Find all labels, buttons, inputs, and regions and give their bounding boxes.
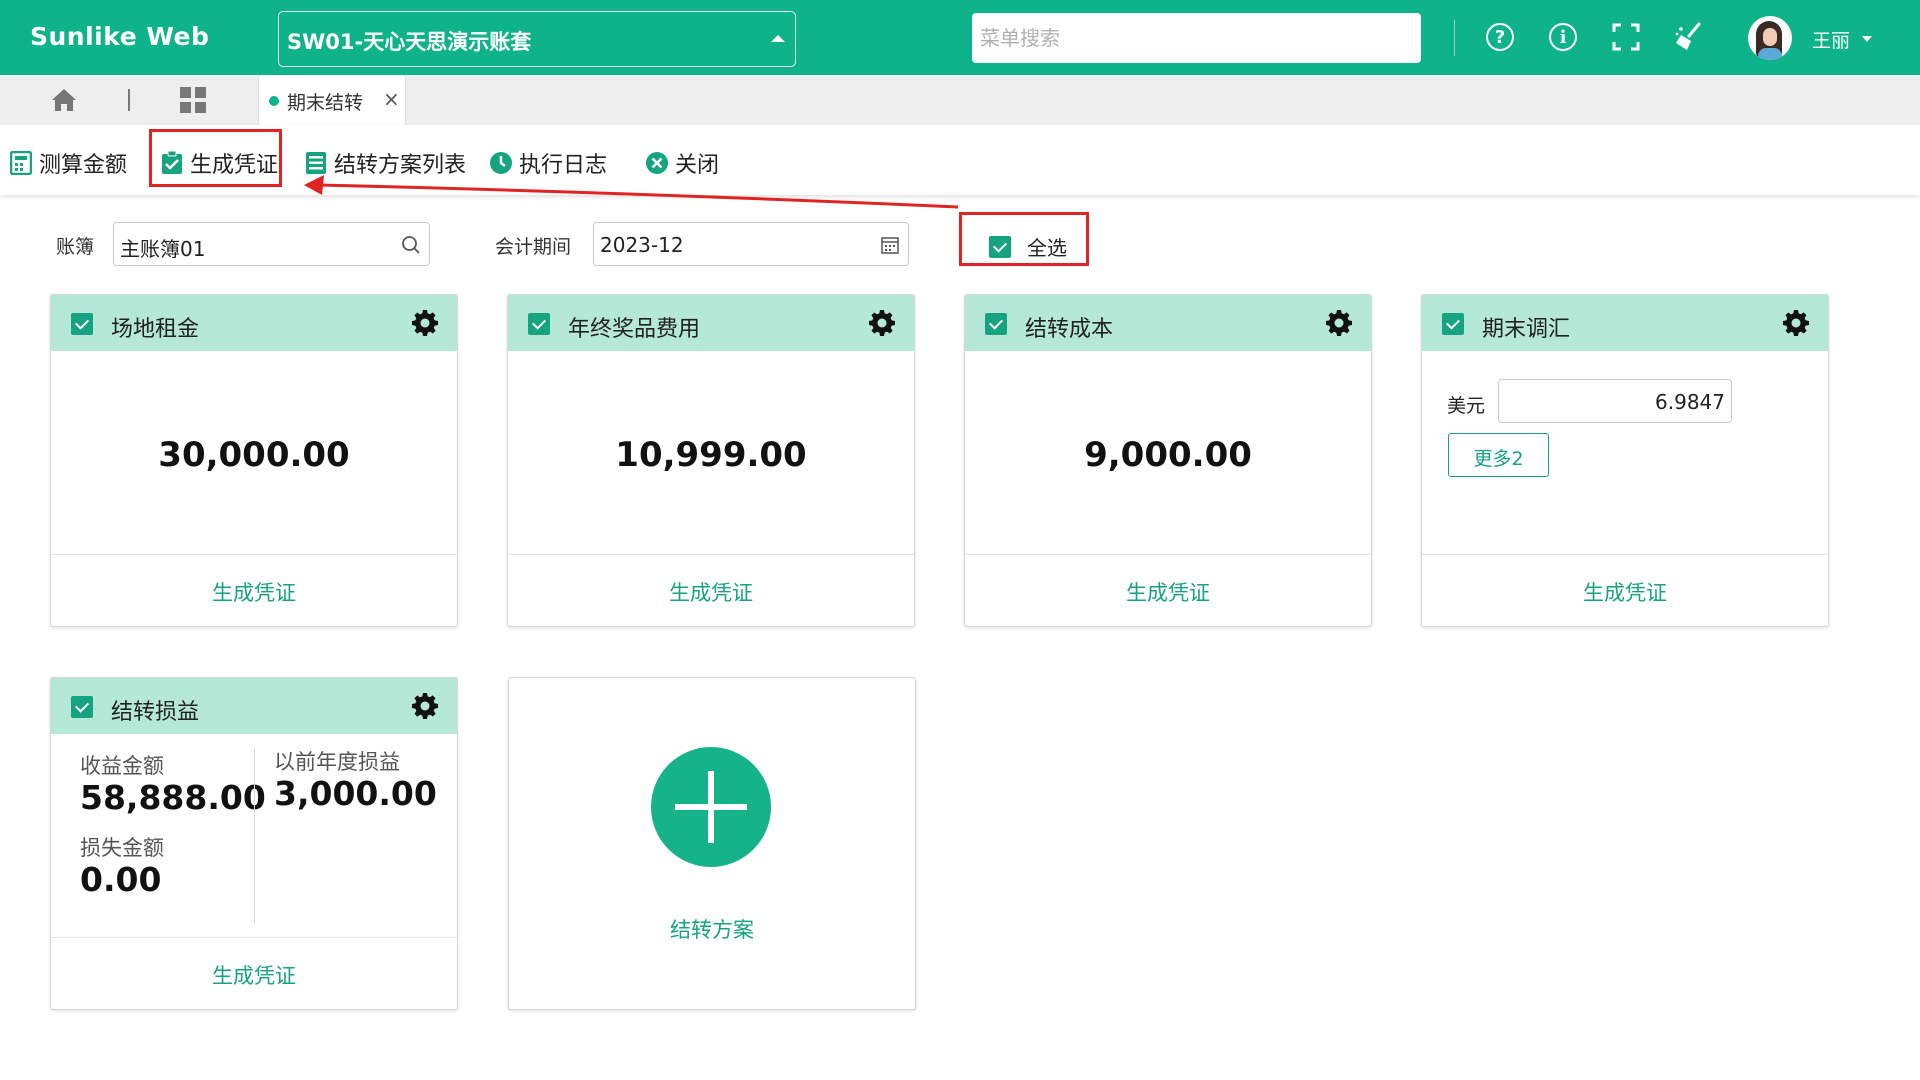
list-icon <box>304 151 328 175</box>
card-title: 场地租金 <box>111 317 200 342</box>
gear-icon[interactable] <box>1325 309 1353 337</box>
card-header: 场地租金 <box>51 295 457 351</box>
more-currencies-button[interactable]: 更多2 <box>1448 433 1549 477</box>
calc-amount-button[interactable]: 测算金额 <box>9 147 127 179</box>
tab-active-dot <box>269 96 279 106</box>
help-icon[interactable]: ? <box>1483 20 1517 54</box>
select-all-check-icon[interactable] <box>989 235 1011 258</box>
fullscreen-icon-svg <box>1612 23 1640 51</box>
avatar-face <box>1763 28 1777 46</box>
username[interactable]: 王丽 <box>1812 26 1850 53</box>
card-checkbox[interactable] <box>1442 313 1464 335</box>
generate-voucher-link[interactable]: 生成凭证 <box>508 554 914 626</box>
calculator-icon <box>9 151 33 175</box>
broom-icon-svg <box>1675 22 1701 50</box>
tab-strip: 期末结转 × <box>0 75 1920 125</box>
ledger-label: 账簿 <box>56 236 95 258</box>
prior-year-label: 以前年度损益 <box>274 750 400 774</box>
transfer-plan-list-label: 结转方案列表 <box>334 153 467 178</box>
account-set-value: SW01-天心天思演示账套 <box>287 30 532 54</box>
card-title: 年终奖品费用 <box>568 317 701 342</box>
loss-label: 损失金额 <box>80 836 164 860</box>
close-button[interactable]: 关闭 <box>645 147 719 179</box>
clock-icon <box>489 151 513 175</box>
select-all-label: 全选 <box>1027 236 1067 260</box>
info-icon-glyph: i <box>1549 23 1577 51</box>
avatar-shirt <box>1758 48 1782 60</box>
gear-icon[interactable] <box>1782 309 1810 337</box>
gear-icon[interactable] <box>411 309 439 337</box>
toolbar: 测算金额 生成凭证 结转方案列表 执行日志 关闭 <box>0 125 1920 195</box>
card-checkbox[interactable] <box>71 313 93 335</box>
close-circle-icon <box>645 151 669 175</box>
income-label: 收益金额 <box>80 754 164 778</box>
tab-separator <box>128 89 130 111</box>
card-header: 年终奖品费用 <box>508 295 914 351</box>
home-icon[interactable] <box>50 87 78 113</box>
card-year-end-bonus: 年终奖品费用 10,999.00 生成凭证 <box>507 294 915 627</box>
ledger-value: 主账簿01 <box>120 237 206 261</box>
select-all-checkbox[interactable]: 全选 <box>989 232 1067 261</box>
tab-period-end-transfer[interactable]: 期末结转 × <box>258 75 406 125</box>
prior-year-value: 3,000.00 <box>274 774 437 813</box>
execution-log-button[interactable]: 执行日志 <box>489 147 607 179</box>
tab-label: 期末结转 <box>287 92 364 114</box>
generate-voucher-link[interactable]: 生成凭证 <box>965 554 1371 626</box>
add-transfer-plan-card[interactable]: 结转方案 <box>508 677 916 1010</box>
broom-clear-icon[interactable] <box>1672 20 1706 54</box>
card-checkbox[interactable] <box>71 696 93 718</box>
user-avatar[interactable] <box>1748 16 1792 60</box>
info-icon[interactable]: i <box>1546 20 1580 54</box>
top-bar: Sunlike Web SW01-天心天思演示账套 ? i 王丽 <box>0 0 1920 75</box>
card-fx-adjustment: 期末调汇 美元 6.9847 更多2 生成凭证 <box>1421 294 1829 627</box>
currency-label: 美元 <box>1447 395 1486 417</box>
card-header: 结转成本 <box>965 295 1371 351</box>
card-title: 结转损益 <box>111 700 200 725</box>
search-icon[interactable] <box>401 235 421 255</box>
generate-voucher-link[interactable]: 生成凭证 <box>51 554 457 626</box>
income-value: 58,888.00 <box>80 778 266 817</box>
highlight-generate-voucher <box>149 129 282 187</box>
close-label: 关闭 <box>675 153 720 178</box>
gear-icon[interactable] <box>868 309 896 337</box>
loss-value: 0.00 <box>80 860 162 899</box>
execution-log-label: 执行日志 <box>519 153 608 178</box>
card-checkbox[interactable] <box>985 313 1007 335</box>
menu-search-input[interactable] <box>972 13 1421 63</box>
user-menu-caret-icon[interactable] <box>1862 36 1872 42</box>
fullscreen-icon[interactable] <box>1609 20 1643 54</box>
brand-logo: Sunlike Web <box>30 22 210 51</box>
apps-grid-icon[interactable] <box>180 87 206 113</box>
transfer-plan-list-button[interactable]: 结转方案列表 <box>304 147 466 179</box>
card-amount: 9,000.00 <box>1084 435 1252 475</box>
card-amount: 10,999.00 <box>615 435 807 475</box>
card-header: 期末调汇 <box>1422 295 1828 351</box>
plus-icon[interactable] <box>651 747 771 867</box>
add-plan-label[interactable]: 结转方案 <box>509 914 915 944</box>
column-divider <box>254 748 255 924</box>
card-checkbox[interactable] <box>528 313 550 335</box>
generate-voucher-link[interactable]: 生成凭证 <box>51 937 457 1009</box>
ledger-input[interactable]: 主账簿01 <box>113 222 430 266</box>
card-title: 结转成本 <box>1025 317 1114 342</box>
account-set-select[interactable]: SW01-天心天思演示账套 <box>278 11 796 67</box>
generate-voucher-link[interactable]: 生成凭证 <box>1422 554 1828 626</box>
period-label: 会计期间 <box>495 236 572 258</box>
period-input[interactable]: 2023-12 <box>593 222 909 266</box>
card-cost-transfer: 结转成本 9,000.00 生成凭证 <box>964 294 1372 627</box>
card-title: 期末调汇 <box>1482 317 1571 342</box>
header-divider <box>1454 20 1455 56</box>
calc-amount-label: 测算金额 <box>39 153 128 178</box>
card-rent: 场地租金 30,000.00 生成凭证 <box>50 294 458 627</box>
card-header: 结转损益 <box>51 678 457 734</box>
caret-up-icon <box>771 35 785 42</box>
gear-icon[interactable] <box>411 692 439 720</box>
card-amount: 30,000.00 <box>158 435 350 475</box>
exchange-rate-input[interactable]: 6.9847 <box>1498 379 1732 423</box>
help-icon-glyph: ? <box>1486 23 1514 51</box>
card-profit-loss-transfer: 结转损益 收益金额 58,888.00 损失金额 0.00 以前年度损益 3,0… <box>50 677 458 1010</box>
period-value: 2023-12 <box>600 233 684 257</box>
calendar-icon[interactable] <box>880 235 900 255</box>
tab-close-icon[interactable]: × <box>383 87 400 111</box>
